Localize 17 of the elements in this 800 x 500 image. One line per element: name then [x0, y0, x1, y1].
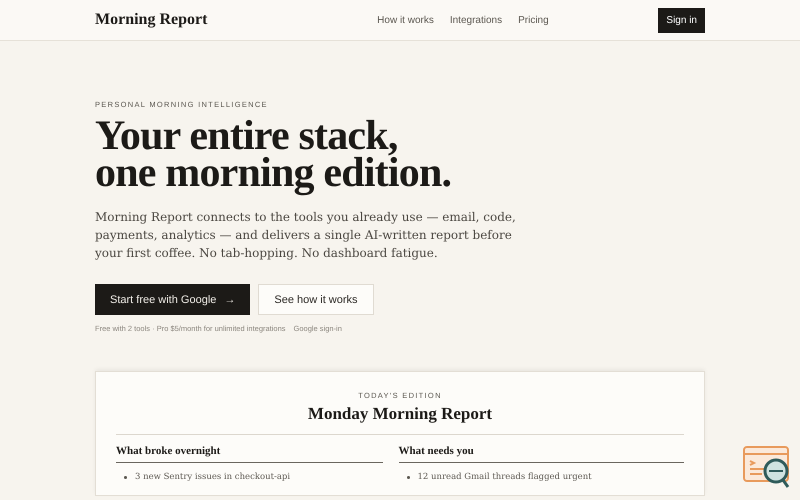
report-title: Monday Morning Report	[116, 400, 684, 436]
intro-paragraph: Morning Report connects to the tools you already use — email, code, payments, analytics — and delivers a single AI-written report before your first coffee. No tab-hopping. No dashboard fatigue.	[95, 209, 517, 262]
see-how-button[interactable]: See how it works	[258, 284, 374, 316]
start-free-button[interactable]: Start free with Google →	[95, 284, 250, 316]
nav-link[interactable]: Integrations	[450, 12, 502, 28]
nav-link[interactable]: How it works	[377, 12, 434, 28]
section-heading: What needs you	[398, 443, 684, 463]
bullet-icon	[406, 476, 410, 479]
brand-logo[interactable]: Morning Report	[95, 8, 208, 32]
browser-search-icon[interactable]	[742, 445, 792, 490]
bullet-icon	[124, 476, 127, 479]
report-item: 12 unread Gmail threads flagged urgent	[418, 470, 592, 484]
arrow-icon: →	[224, 292, 236, 308]
nav-link[interactable]: Pricing	[518, 12, 549, 28]
sign-in-button[interactable]: Sign in	[658, 8, 705, 32]
section-heading: What broke overnight	[116, 443, 383, 463]
report-item: 3 new Sentry issues in checkout-api	[135, 470, 290, 484]
